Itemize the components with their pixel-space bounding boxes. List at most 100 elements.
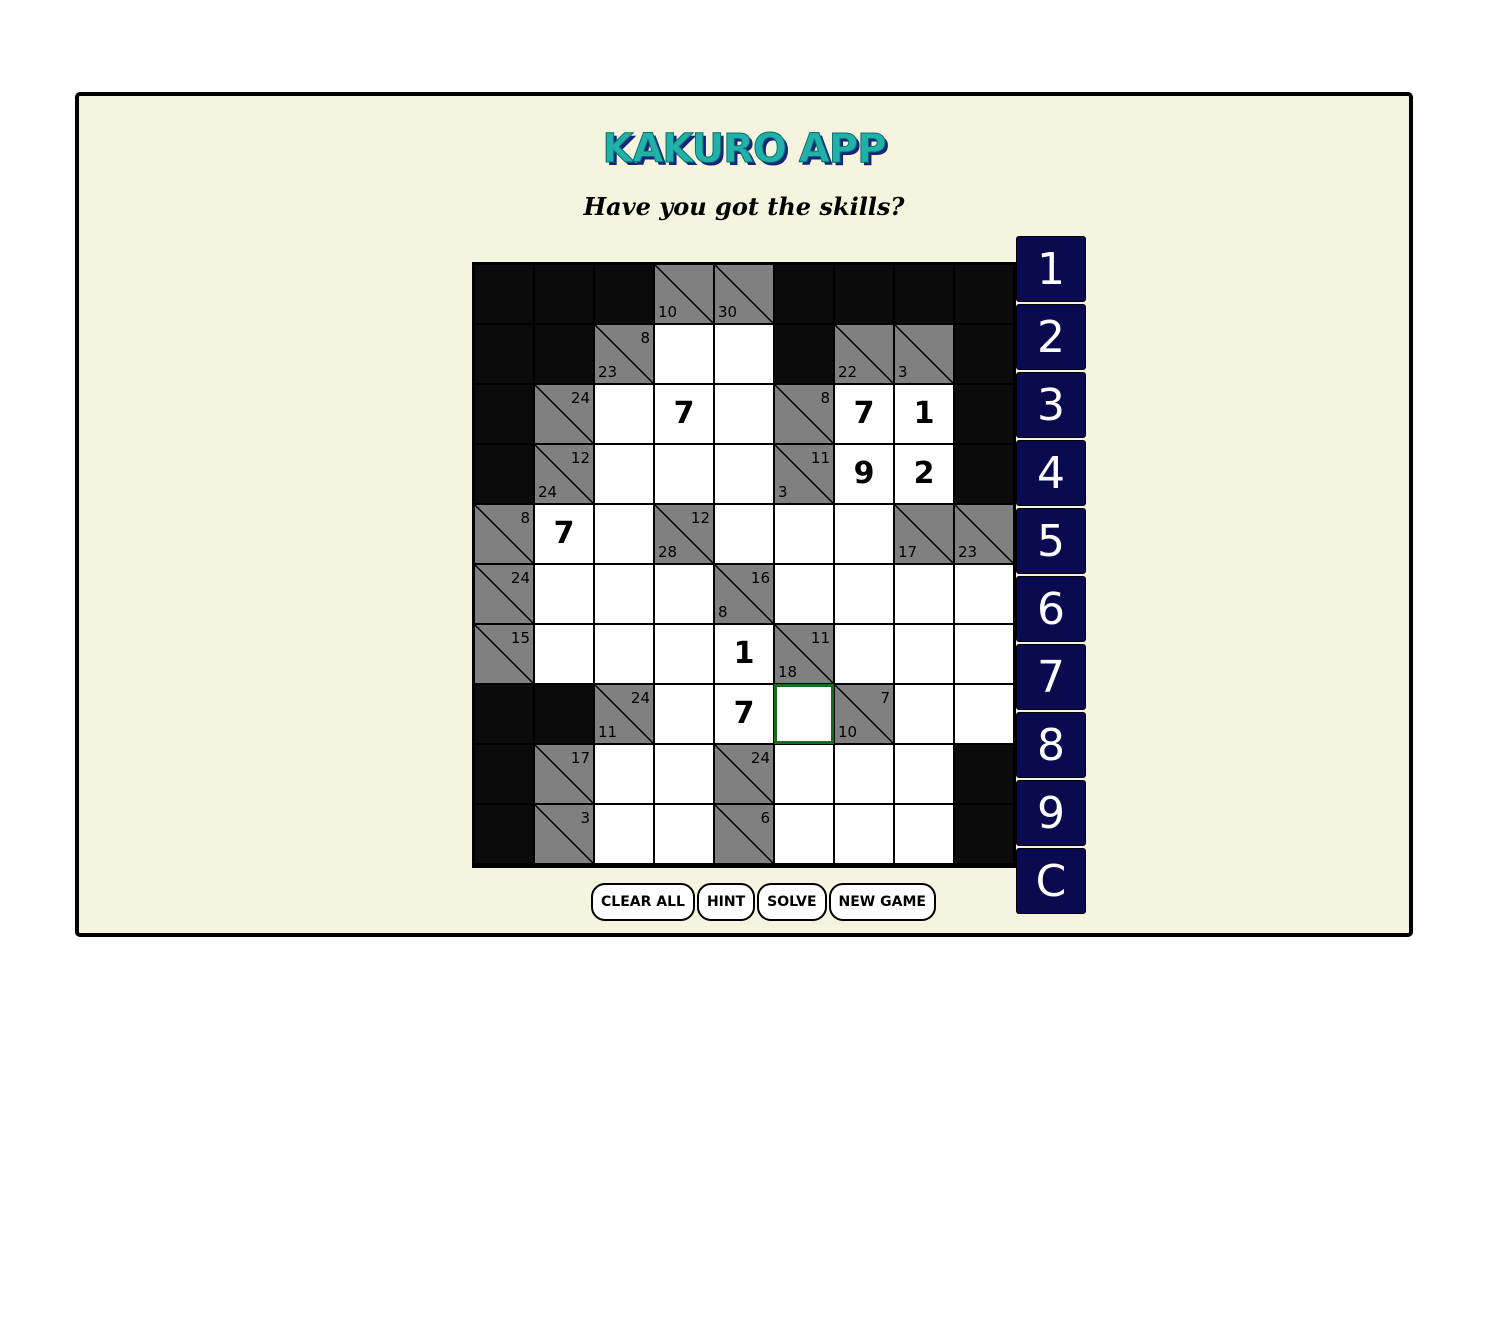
- entry-cell[interactable]: [534, 624, 594, 684]
- entry-cell[interactable]: [654, 684, 714, 744]
- entry-cell[interactable]: 7: [534, 504, 594, 564]
- new-game-button[interactable]: NEW GAME: [828, 883, 936, 921]
- block-cell: [594, 264, 654, 324]
- solve-button[interactable]: SOLVE: [757, 883, 827, 921]
- clue-cell: 22: [834, 324, 894, 384]
- numpad-key-4[interactable]: 4: [1016, 440, 1086, 506]
- across-clue: 24: [570, 389, 590, 407]
- numpad-key-3[interactable]: 3: [1016, 372, 1086, 438]
- down-clue: 3: [778, 483, 788, 501]
- block-cell: [474, 444, 534, 504]
- entry-cell[interactable]: [834, 624, 894, 684]
- block-cell: [474, 684, 534, 744]
- clue-cell: 17: [894, 504, 954, 564]
- down-clue: 10: [838, 723, 858, 741]
- clue-cell: 23: [954, 504, 1014, 564]
- hint-button[interactable]: HINT: [696, 883, 756, 921]
- cell-value: 2: [913, 456, 935, 491]
- entry-cell[interactable]: [834, 804, 894, 864]
- entry-cell[interactable]: [594, 564, 654, 624]
- across-clue: 6: [760, 809, 770, 827]
- numpad-clear-key[interactable]: C: [1016, 848, 1086, 914]
- entry-cell[interactable]: [594, 804, 654, 864]
- across-clue: 11: [810, 629, 830, 647]
- cell-value: 7: [553, 516, 575, 551]
- app-subtitle: Have you got the skills?: [583, 192, 905, 221]
- clue-cell: 15: [474, 624, 534, 684]
- clue-cell: 3: [894, 324, 954, 384]
- entry-cell[interactable]: [954, 564, 1014, 624]
- clue-cell: 24: [534, 384, 594, 444]
- block-cell: [534, 324, 594, 384]
- entry-cell[interactable]: 7: [654, 384, 714, 444]
- numpad-key-6[interactable]: 6: [1016, 576, 1086, 642]
- entry-cell[interactable]: [954, 624, 1014, 684]
- entry-cell[interactable]: [654, 324, 714, 384]
- clue-cell: 11 3: [774, 444, 834, 504]
- entry-cell[interactable]: 7: [714, 684, 774, 744]
- entry-cell[interactable]: [774, 564, 834, 624]
- block-cell: [474, 264, 534, 324]
- entry-cell[interactable]: [654, 744, 714, 804]
- entry-cell[interactable]: [654, 444, 714, 504]
- entry-cell[interactable]: [714, 504, 774, 564]
- entry-cell[interactable]: 9: [834, 444, 894, 504]
- entry-cell[interactable]: [594, 504, 654, 564]
- clue-cell: 12 28: [654, 504, 714, 564]
- entry-cell[interactable]: [714, 384, 774, 444]
- entry-cell[interactable]: [954, 684, 1014, 744]
- across-clue: 12: [690, 509, 710, 527]
- entry-cell[interactable]: [894, 804, 954, 864]
- entry-cell[interactable]: 2: [894, 444, 954, 504]
- entry-cell[interactable]: [834, 504, 894, 564]
- numpad-key-5[interactable]: 5: [1016, 508, 1086, 574]
- entry-cell[interactable]: 1: [894, 384, 954, 444]
- cell-value: 7: [673, 396, 695, 431]
- entry-cell[interactable]: [654, 804, 714, 864]
- numpad-key-1[interactable]: 1: [1016, 236, 1086, 302]
- cell-value: 7: [853, 396, 875, 431]
- control-buttons: CLEAR ALL HINT SOLVE NEW GAME: [591, 883, 936, 921]
- numpad-key-9[interactable]: 9: [1016, 780, 1086, 846]
- entry-cell[interactable]: [594, 444, 654, 504]
- entry-cell[interactable]: [654, 564, 714, 624]
- clue-cell: 11 18: [774, 624, 834, 684]
- entry-cell[interactable]: [714, 324, 774, 384]
- entry-cell[interactable]: [894, 684, 954, 744]
- entry-cell[interactable]: [894, 564, 954, 624]
- down-clue: 8: [718, 603, 728, 621]
- across-clue: 24: [750, 749, 770, 767]
- block-cell: [954, 384, 1014, 444]
- entry-cell-selected[interactable]: [774, 684, 834, 744]
- block-cell: [534, 264, 594, 324]
- entry-cell[interactable]: [774, 504, 834, 564]
- clue-cell: 7 10: [834, 684, 894, 744]
- entry-cell[interactable]: 1: [714, 624, 774, 684]
- entry-cell[interactable]: [594, 624, 654, 684]
- numpad-key-7[interactable]: 7: [1016, 644, 1086, 710]
- clear-all-button[interactable]: CLEAR ALL: [591, 883, 695, 921]
- entry-cell[interactable]: [834, 744, 894, 804]
- down-clue: 22: [838, 363, 858, 381]
- entry-cell[interactable]: [834, 564, 894, 624]
- down-clue: 17: [898, 543, 918, 561]
- entry-cell[interactable]: [774, 804, 834, 864]
- entry-cell[interactable]: [594, 384, 654, 444]
- numpad-key-8[interactable]: 8: [1016, 712, 1086, 778]
- entry-cell[interactable]: [714, 444, 774, 504]
- entry-cell[interactable]: [894, 624, 954, 684]
- block-cell: [954, 324, 1014, 384]
- across-clue: 3: [580, 809, 590, 827]
- entry-cell[interactable]: [594, 744, 654, 804]
- clue-cell: 8: [474, 504, 534, 564]
- entry-cell[interactable]: [534, 564, 594, 624]
- across-clue: 12: [570, 449, 590, 467]
- clue-cell: 17: [534, 744, 594, 804]
- entry-cell[interactable]: 7: [834, 384, 894, 444]
- clue-cell: 12 24: [534, 444, 594, 504]
- entry-cell[interactable]: [774, 744, 834, 804]
- entry-cell[interactable]: [654, 624, 714, 684]
- cell-value: 9: [853, 456, 875, 491]
- entry-cell[interactable]: [894, 744, 954, 804]
- numpad-key-2[interactable]: 2: [1016, 304, 1086, 370]
